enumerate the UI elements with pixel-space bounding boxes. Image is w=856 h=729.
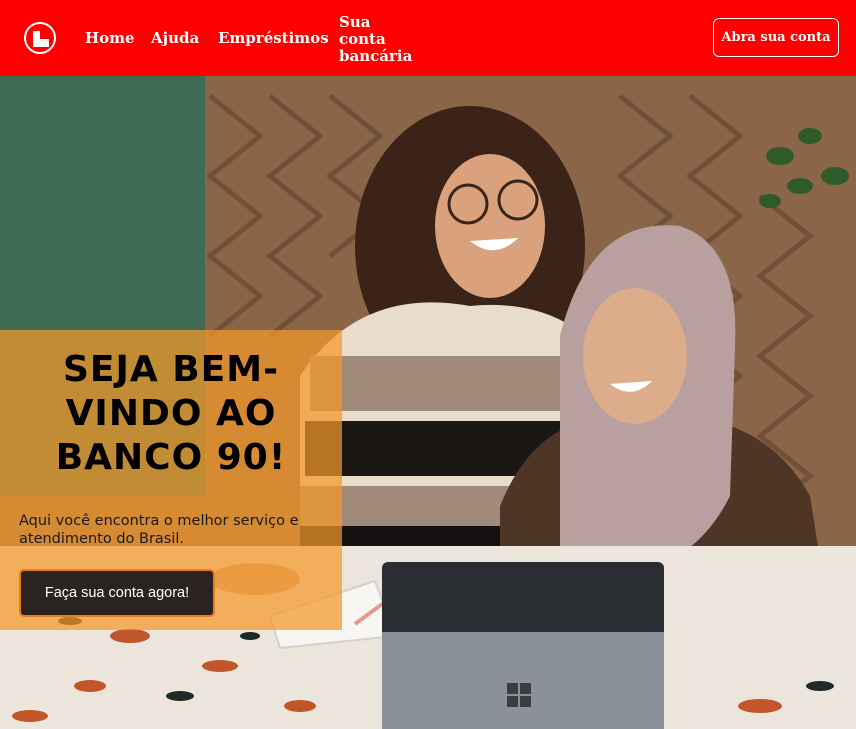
nav-home-link[interactable]: Home: [85, 30, 135, 47]
nav-sua-conta-link[interactable]: Sua conta bancária: [339, 14, 419, 65]
hero-title: SEJA BEM-VINDO AO BANCO 90!: [55, 349, 287, 478]
nav-emprestimos-link[interactable]: Empréstimos: [218, 30, 329, 47]
top-nav-bar: Home Ajuda Empréstimos Sua conta bancári…: [0, 0, 856, 76]
open-account-button[interactable]: Abra sua conta: [713, 18, 839, 57]
hero-section: SEJA BEM-VINDO AO BANCO 90! Aqui você en…: [0, 76, 856, 729]
hero-subtitle: Aqui você encontra o melhor serviço e at…: [19, 513, 299, 547]
create-account-button[interactable]: Faça sua conta agora!: [19, 569, 215, 617]
bank-logo-icon[interactable]: [24, 22, 56, 54]
nav-ajuda-link[interactable]: Ajuda: [151, 30, 199, 47]
